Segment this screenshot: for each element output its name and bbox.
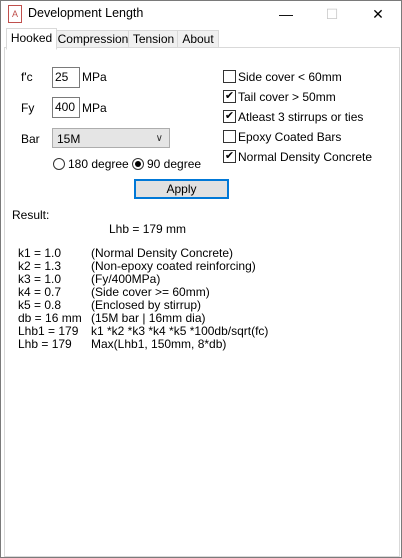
result-row-note: (Normal Density Concrete) <box>91 246 234 260</box>
normal-density-checkbox[interactable]: ✔ <box>223 150 236 163</box>
minimize-button[interactable]: — <box>263 1 309 27</box>
result-heading: Result: <box>12 208 50 222</box>
stirrups-label[interactable]: Atleast 3 stirrups or ties <box>238 110 363 124</box>
apply-button[interactable]: Apply <box>134 179 229 199</box>
fc-label: f'c <box>21 70 33 84</box>
radio-90-label[interactable]: 90 degree <box>147 157 201 171</box>
result-row-name: k2 = 1.3 <box>18 259 62 273</box>
result-row-name: k4 = 0.7 <box>18 285 62 299</box>
app-icon: A <box>8 5 22 23</box>
close-button[interactable]: ✕ <box>355 1 401 27</box>
chevron-down-icon: ∨ <box>155 133 163 144</box>
result-row-name: k3 = 1.0 <box>18 272 62 286</box>
checkmark-icon: ✔ <box>224 150 235 162</box>
result-row-note: Max(Lhb1, 150mm, 8*db) <box>91 337 227 351</box>
result-row-name: Lhb = 179 <box>18 337 72 351</box>
bar-select-value: 15M <box>57 132 81 146</box>
tail-cover-checkbox[interactable]: ✔ <box>223 90 236 103</box>
maximize-button[interactable]: ☐ <box>309 1 355 27</box>
side-cover-label[interactable]: Side cover < 60mm <box>238 70 342 84</box>
fc-unit: MPa <box>82 70 107 84</box>
fy-label: Fy <box>21 101 35 115</box>
window-title: Development Length <box>28 6 144 20</box>
result-row-note: (Side cover >= 60mm) <box>91 285 210 299</box>
title-bar[interactable]: A Development Length — ☐ ✕ <box>1 1 401 27</box>
stirrups-checkbox[interactable]: ✔ <box>223 110 236 123</box>
checkmark-icon: ✔ <box>224 90 235 102</box>
result-row-name: k1 = 1.0 <box>18 246 62 260</box>
epoxy-checkbox[interactable] <box>223 130 236 143</box>
result-row-name: db = 16 mm <box>18 311 82 325</box>
minimize-icon: — <box>279 6 293 22</box>
result-row-name: Lhb1 = 179 <box>18 324 79 338</box>
checkmark-icon: ✔ <box>224 110 235 122</box>
tab-compression[interactable]: Compression <box>56 30 130 48</box>
result-row-note: (Non-epoxy coated reinforcing) <box>91 259 256 273</box>
fy-input[interactable]: 400 <box>52 97 80 118</box>
result-row-note: (15M bar | 16mm dia) <box>91 311 206 325</box>
side-cover-checkbox[interactable] <box>223 70 236 83</box>
result-row-name: k5 = 0.8 <box>18 298 62 312</box>
tab-about[interactable]: About <box>177 30 219 48</box>
radio-90-degree[interactable] <box>132 158 144 170</box>
radio-180-degree[interactable] <box>53 158 65 170</box>
hooked-panel: f'c 25 MPa Fy 400 MPa Bar 15M ∨ 180 degr… <box>4 47 400 557</box>
close-icon: ✕ <box>372 5 384 22</box>
tab-tension[interactable]: Tension <box>128 30 179 48</box>
fy-unit: MPa <box>82 101 107 115</box>
tab-hooked[interactable]: Hooked <box>6 28 57 50</box>
radio-180-label[interactable]: 180 degree <box>68 157 129 171</box>
bar-select[interactable]: 15M ∨ <box>52 128 170 148</box>
result-row-note: (Enclosed by stirrup) <box>91 298 202 312</box>
bar-label: Bar <box>21 132 40 146</box>
tab-strip: Hooked Compression Tension About <box>4 28 400 50</box>
tail-cover-label[interactable]: Tail cover > 50mm <box>238 90 336 104</box>
maximize-icon: ☐ <box>325 5 339 22</box>
normal-density-label[interactable]: Normal Density Concrete <box>238 150 372 164</box>
epoxy-label[interactable]: Epoxy Coated Bars <box>238 130 341 144</box>
result-row-note: (Fy/400MPa) <box>91 272 161 286</box>
fc-input[interactable]: 25 <box>52 67 80 88</box>
result-row-note: k1 *k2 *k3 *k4 *k5 *100db/sqrt(fc) <box>91 324 269 338</box>
result-summary: Lhb = 179 mm <box>109 222 187 236</box>
app-window: A Development Length — ☐ ✕ Hooked Compre… <box>0 0 402 558</box>
